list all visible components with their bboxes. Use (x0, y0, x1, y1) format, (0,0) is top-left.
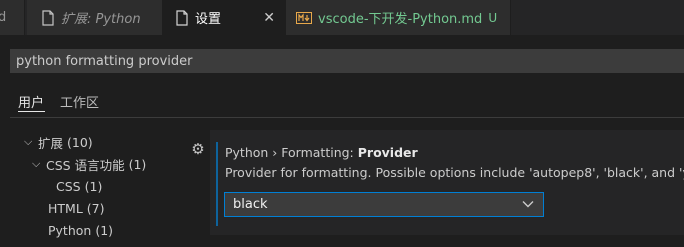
tab-label: vscode-下开发-Python.md (318, 12, 483, 27)
toc-count: (1) (95, 222, 114, 238)
gear-icon[interactable]: ⚙ (190, 140, 206, 158)
setting-description: Provider for formatting. Possible option… (225, 165, 684, 180)
select-value: black (233, 197, 268, 212)
tab-markdown-file[interactable]: vscode-下开发-Python.md U (286, 0, 511, 35)
toc-label: CSS 语言功能 (46, 157, 125, 173)
editor-tab-bar: d 扩展: Python 设置 ✕ vscode-下开发-Python.md U (0, 0, 684, 35)
toc-item-python[interactable]: Python (1) (48, 221, 113, 239)
tab-partial[interactable]: d (0, 0, 25, 35)
focus-indicator (216, 142, 218, 226)
toc-label: HTML (48, 200, 83, 216)
chevron-down-icon: ⌵ (32, 157, 41, 170)
markdown-icon (296, 11, 312, 24)
tab-workspace[interactable]: 工作区 (60, 92, 99, 112)
close-icon[interactable]: ✕ (263, 11, 275, 25)
file-icon (41, 9, 55, 26)
toc-count: (1) (128, 156, 147, 172)
toc-label: Python (48, 222, 92, 238)
chevron-down-icon (522, 201, 534, 208)
tab-label: 设置 (195, 12, 222, 27)
provider-select[interactable]: black (224, 192, 544, 217)
tab-label: d (0, 10, 7, 25)
setting-category: Python › Formatting: (225, 145, 358, 160)
toc-count: (7) (86, 200, 105, 216)
setting-name: Provider (357, 145, 418, 160)
toc-count: (1) (84, 178, 103, 194)
tab-user[interactable]: 用户 (18, 92, 44, 112)
untracked-badge: U (488, 10, 498, 25)
toc-label: 扩展 (38, 135, 64, 151)
divider (10, 117, 684, 118)
active-tab-underline (18, 111, 45, 112)
file-icon (175, 9, 189, 26)
tab-label: 扩展: Python (61, 12, 141, 27)
toc-item-css-language[interactable]: ⌵ CSS 语言功能 (1) (32, 155, 146, 173)
settings-search-input[interactable] (16, 53, 684, 69)
toc-item-extensions[interactable]: ⌵ 扩展 (10) (24, 133, 93, 151)
tab-settings[interactable]: 设置 ✕ (163, 0, 286, 35)
setting-title: Python › Formatting: Provider (225, 145, 418, 160)
toc-label: CSS (56, 178, 81, 194)
tab-extension-python[interactable]: 扩展: Python (27, 0, 163, 35)
settings-search-box (10, 49, 684, 73)
toc-item-css[interactable]: CSS (1) (56, 177, 102, 195)
toc-item-html[interactable]: HTML (7) (48, 199, 105, 217)
chevron-down-icon: ⌵ (24, 135, 33, 148)
toc-count: (10) (67, 134, 93, 150)
